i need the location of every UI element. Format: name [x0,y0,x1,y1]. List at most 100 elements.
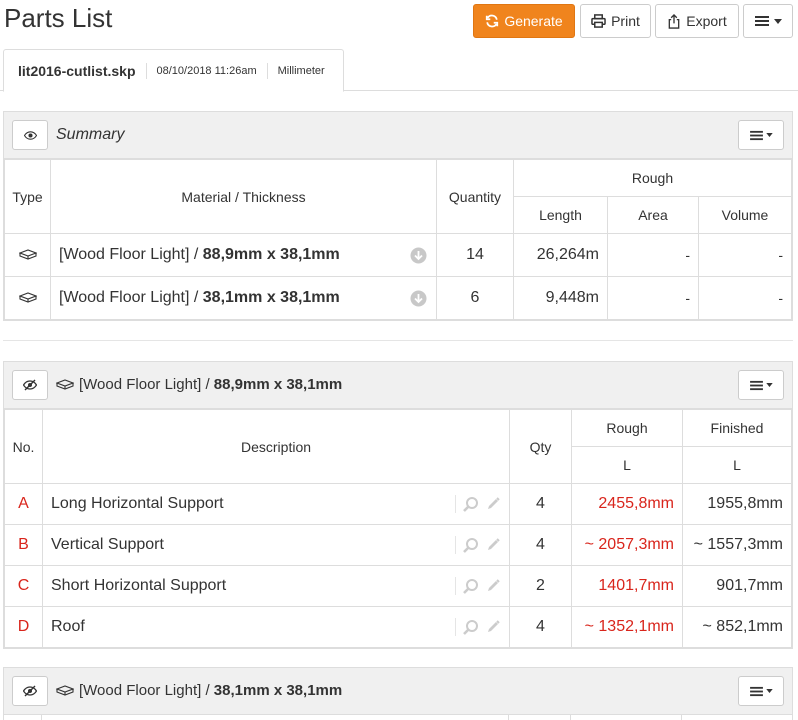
summary-table: Type Material / Thickness Quantity Rough… [4,159,792,320]
circle-arrow-down-icon[interactable] [410,247,427,264]
caret-down-icon [765,689,773,693]
summary-menu-button[interactable] [738,120,784,150]
export-label: Export [686,13,727,29]
area-cell: - [607,276,699,320]
type-cell [4,233,51,277]
table-row[interactable]: [Wood Floor Light] / 88,9mm x 38,1mm 14 … [4,233,792,277]
col-type: Type [4,159,51,234]
type-cell [4,276,51,320]
refresh-icon [486,14,499,28]
part-finished-length: 1955,8mm [682,483,792,525]
volume-cell: - [698,276,792,320]
tab-separator [145,62,147,79]
hamburger-menu-icon [749,686,763,696]
table-row[interactable]: C Short Horizontal Support 2 1401,7mm 90… [4,565,792,607]
board-icon [17,292,38,303]
print-button[interactable]: Print [580,4,651,38]
table-row[interactable]: A Long Horizontal Support 4 2455,8mm 195… [4,483,792,525]
part-description: Long Horizontal Support [51,495,224,512]
caret-down-icon [773,18,782,24]
length-cell: 9,448m [513,276,608,320]
summary-panel: Summary Type Material / Thickness Quanti… [3,111,793,321]
group-title: [Wood Floor Light] / 88,9mm x 38,1mm [56,376,342,393]
pencil-icon[interactable] [485,619,501,635]
part-finished-length: 901,7mm [682,565,792,607]
col-material: Material / Thickness [50,159,437,234]
eye-slash-icon [23,685,37,697]
part-qty: 4 [509,606,572,648]
magnifier-icon[interactable] [462,496,479,513]
section-divider [3,340,793,341]
part-description-cell: Vertical Support [42,524,510,566]
summary-toggle-button[interactable] [12,120,48,150]
hamburger-menu-icon [749,380,763,390]
part-rough-length: ~ 1352,1mm [571,606,683,648]
tab-model-info[interactable]: lit2016-cutlist.skp 08/10/2018 11:26am M… [3,49,344,92]
pencil-icon[interactable] [485,537,501,553]
part-rough-length: ~ 2057,3mm [571,524,683,566]
pencil-icon[interactable] [485,496,501,512]
tab-separator [266,62,268,79]
board-icon [17,249,38,260]
material-cell: [Wood Floor Light] / 88,9mm x 38,1mm [50,233,437,277]
circle-arrow-down-icon[interactable] [410,290,427,307]
printer-icon [591,14,606,28]
part-description: Short Horizontal Support [51,577,227,594]
col-length: Length [513,196,608,234]
board-icon [56,379,74,390]
group-menu-button[interactable] [738,370,784,400]
caret-down-icon [765,133,773,137]
main-menu-button[interactable] [743,4,793,38]
group-header: [Wood Floor Light] / 38,1mm x 38,1mm [4,668,792,715]
group-material: [Wood Floor Light] / [79,376,214,393]
quantity-cell: 14 [436,233,514,277]
part-qty: 2 [509,565,572,607]
col-finished-length: L [682,446,792,484]
magnifier-icon[interactable] [462,537,479,554]
part-rough-length: 2455,8mm [571,483,683,525]
group-toggle-button[interactable] [12,370,48,400]
summary-title: Summary [56,126,125,143]
material-name: [Wood Floor Light] / [59,289,203,306]
part-number: A [4,483,43,525]
page-title: Parts List [4,3,113,33]
group-header: [Wood Floor Light] / 88,9mm x 38,1mm [4,362,792,409]
eye-icon [23,130,37,140]
part-description: Vertical Support [51,536,164,553]
generate-button[interactable]: Generate [473,4,575,38]
area-cell: - [607,233,699,277]
part-number: D [4,606,43,648]
parts-table: No. Description Qty Rough Finished L L A… [4,409,792,648]
col-rough: Rough [571,409,683,447]
summary-header: Summary [4,112,792,159]
table-row[interactable]: B Vertical Support 4 ~ 2057,3mm ~ 1557,3… [4,524,792,566]
tab-bar: lit2016-cutlist.skp 08/10/2018 11:26am M… [0,49,798,92]
table-row[interactable]: D Roof 4 ~ 1352,1mm ~ 852,1mm [4,606,792,648]
table-header-stub [4,715,792,720]
magnifier-icon[interactable] [462,578,479,595]
col-finished: Finished [682,409,792,447]
col-no: No. [4,409,43,484]
group-toggle-button[interactable] [12,676,48,706]
print-label: Print [611,13,640,29]
col-volume: Volume [698,196,792,234]
tab-datetime: 08/10/2018 11:26am [156,64,257,77]
group-thickness: 38,1mm x 38,1mm [213,682,343,699]
group-panel: [Wood Floor Light] / 38,1mm x 38,1mm [3,667,793,720]
table-row[interactable]: [Wood Floor Light] / 38,1mm x 38,1mm 6 9… [4,276,792,320]
pencil-icon[interactable] [485,578,501,594]
export-button[interactable]: Export [655,4,739,38]
col-quantity: Quantity [436,159,514,234]
part-finished-length: ~ 852,1mm [682,606,792,648]
material-name: [Wood Floor Light] / [59,246,203,263]
material-thickness: 88,9mm x 38,1mm [202,246,340,263]
part-rough-length: 1401,7mm [571,565,683,607]
group-thickness: 88,9mm x 38,1mm [213,376,343,393]
group-menu-button[interactable] [738,676,784,706]
part-description-cell: Roof [42,606,510,648]
part-description-cell: Short Horizontal Support [42,565,510,607]
hamburger-menu-icon [754,16,769,26]
generate-label: Generate [504,13,563,29]
magnifier-icon[interactable] [462,619,479,636]
part-description-cell: Long Horizontal Support [42,483,510,525]
